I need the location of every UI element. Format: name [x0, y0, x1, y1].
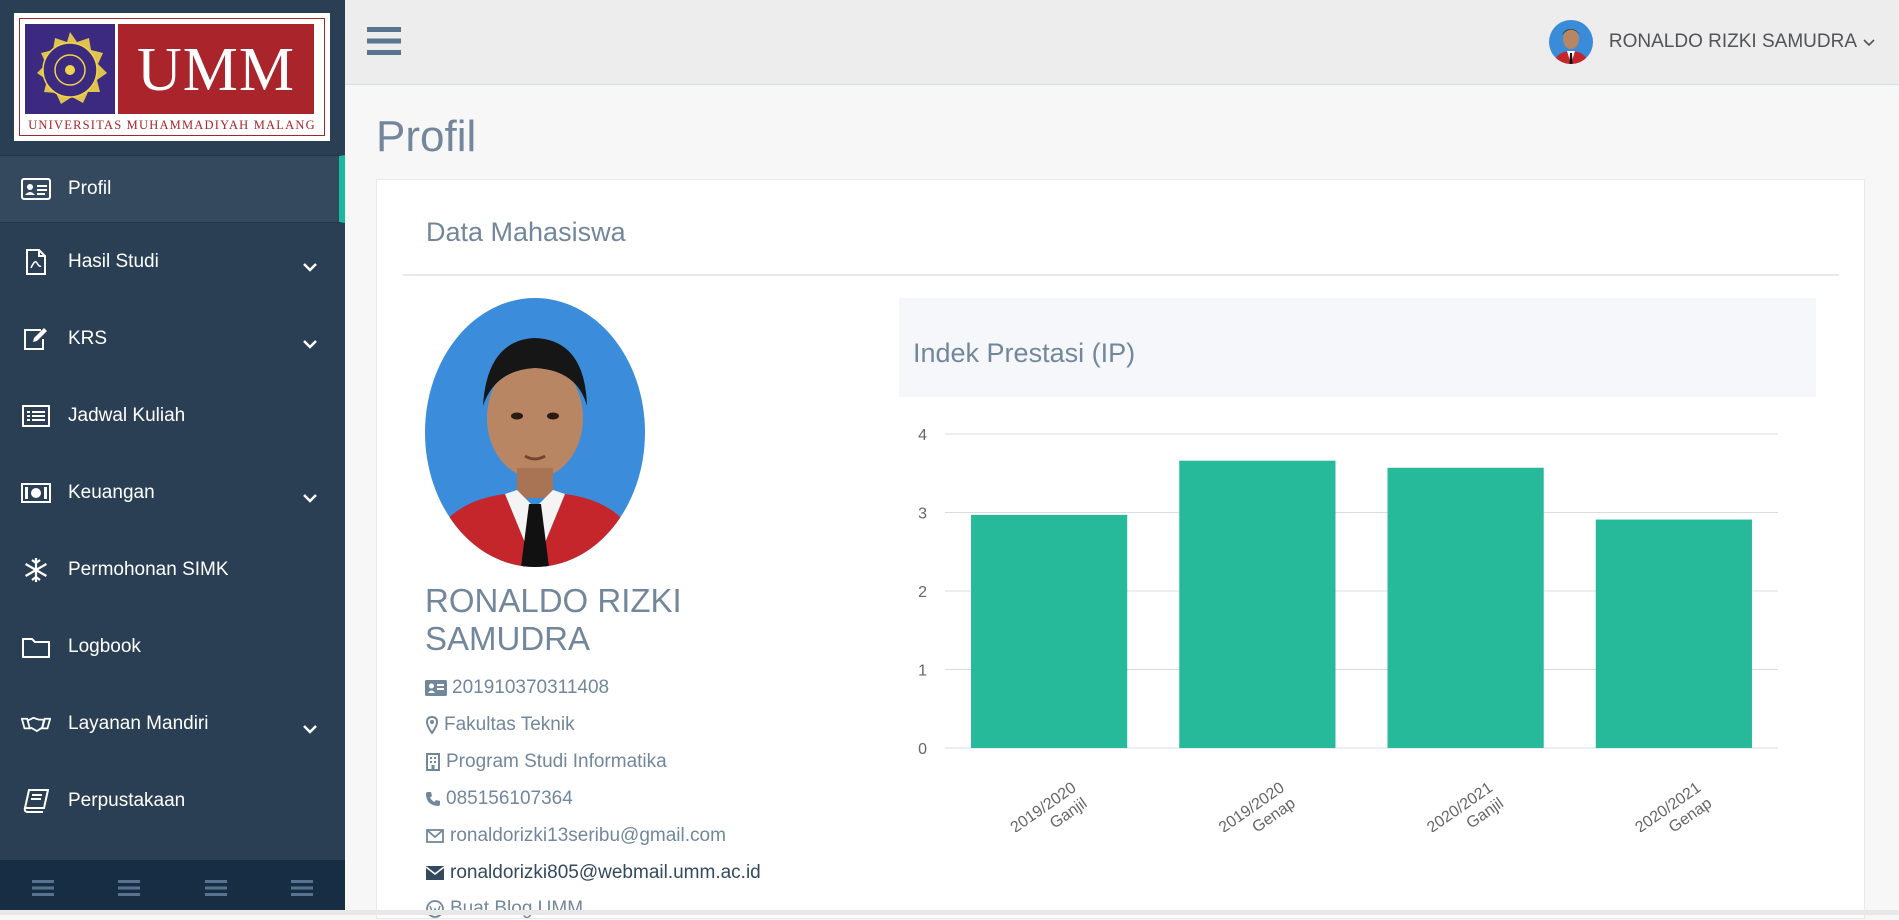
chevron-down-icon — [303, 333, 317, 355]
info-prodi: Program Studi Informatika — [425, 751, 667, 773]
x-tick-label: 2020/2021Genap — [1632, 779, 1715, 832]
panel-divider — [403, 274, 1839, 276]
y-tick-label: 0 — [918, 741, 927, 758]
handshake-icon — [21, 712, 51, 736]
sidebar-item-label: Layanan Mandiri — [68, 712, 209, 734]
horizontal-scrollbar[interactable] — [0, 910, 1899, 915]
info-email-personal: ronaldorizki13seribu@gmail.com — [425, 825, 726, 847]
info-phone: 085156107364 — [425, 788, 573, 810]
money-icon — [21, 481, 51, 505]
sidebar-item-layanan-mandiri[interactable]: Layanan Mandiri — [0, 685, 345, 762]
x-tick-label: 2020/2021Ganjil — [1424, 779, 1507, 832]
bar — [1179, 460, 1336, 748]
sidebar-item-label: Permohonan SIMK — [68, 558, 229, 580]
student-photo — [425, 298, 645, 567]
panel-title: Data Mahasiswa — [426, 217, 626, 247]
info-blog[interactable]: Buat Blog UMM — [425, 898, 583, 920]
sidebar-item-krs[interactable]: KRS — [0, 300, 345, 377]
sidebar: UMM UNIVERSITAS MUHAMMADIYAH MALANG Prof… — [0, 0, 345, 915]
book-icon — [21, 788, 51, 813]
student-name: RONALDO RIZKI SAMUDRA — [425, 582, 682, 657]
avatar — [1548, 20, 1593, 64]
email-umm-link: ronaldorizki805@webmail.umm.ac.id — [450, 862, 761, 883]
chevron-down-icon — [303, 487, 317, 509]
edit-icon — [21, 327, 51, 351]
chart-header: Indek Prestasi (IP) — [899, 298, 1816, 397]
nim-text: 201910370311408 — [452, 677, 610, 698]
sidebar-item-hasil-studi[interactable]: Hasil Studi — [0, 223, 345, 300]
bar — [1595, 519, 1752, 748]
phone-icon — [425, 791, 441, 807]
bar — [971, 514, 1128, 748]
blog-link: Buat Blog UMM — [450, 898, 584, 919]
snowflake-icon — [21, 557, 51, 582]
logo-subtitle: UNIVERSITAS MUHAMMADIYAH MALANG — [28, 118, 316, 132]
sidebar-item-profil[interactable]: Profil — [0, 155, 345, 223]
id-card-icon — [21, 177, 51, 201]
sidebar-item-label: Profil — [68, 178, 112, 199]
logo-frame: UMM UNIVERSITAS MUHAMMADIYAH MALANG — [19, 18, 325, 136]
sidebar-item-logbook[interactable]: Logbook — [0, 608, 345, 685]
ip-bar-chart: 0 1 2 3 4 2019/2020Ganjil 2019/2020Genap 2020/2… — [918, 427, 1778, 832]
chevron-down-icon — [303, 718, 317, 740]
sidebar-footer — [0, 860, 345, 915]
folder-icon — [21, 635, 51, 659]
chevron-down-icon — [303, 256, 317, 278]
sidebar-item-label: Hasil Studi — [68, 250, 159, 272]
id-card-icon — [425, 680, 447, 696]
info-fakultas: Fakultas Teknik — [425, 714, 575, 736]
sidebar-item-label: Keuangan — [68, 481, 155, 503]
envelope-icon — [425, 866, 445, 880]
y-tick-label: 1 — [918, 663, 927, 680]
building-icon — [425, 753, 441, 771]
chevron-down-icon — [1863, 31, 1875, 53]
footer-menu-icon[interactable] — [86, 860, 172, 915]
sidebar-item-jadwal-kuliah[interactable]: Jadwal Kuliah — [0, 377, 345, 454]
info-nim: 201910370311408 — [425, 677, 609, 699]
list-alt-icon — [21, 404, 51, 428]
sidebar-item-label: Jadwal Kuliah — [68, 404, 186, 426]
sidebar-item-permohonan-simk[interactable]: Permohonan SIMK — [0, 531, 345, 608]
page-title: Profil — [376, 112, 477, 161]
bar — [1387, 467, 1544, 748]
chart-header-title: Indek Prestasi (IP) — [913, 338, 1136, 368]
logo-text: UMM — [118, 24, 314, 114]
menu-toggle-icon[interactable] — [367, 26, 401, 61]
info-email-umm[interactable]: ronaldorizki805@webmail.umm.ac.id — [425, 862, 761, 884]
sidebar-item-perpustakaan[interactable]: Perpustakaan — [0, 762, 345, 839]
wordpress-icon — [425, 900, 445, 918]
umm-logo[interactable]: UMM UNIVERSITAS MUHAMMADIYAH MALANG — [14, 13, 330, 141]
profile-panel: Data Mahasiswa RONALDO RIZKI SAMUDRA 201… — [376, 179, 1865, 919]
sidebar-item-label: Logbook — [68, 635, 141, 657]
envelope-outline-icon — [425, 829, 445, 843]
prodi-text: Program Studi Informatika — [446, 751, 667, 772]
user-name: RONALDO RIZKI SAMUDRA — [1608, 31, 1857, 52]
umm-emblem-icon — [25, 24, 115, 114]
footer-menu-icon[interactable] — [259, 860, 345, 915]
footer-menu-icon[interactable] — [0, 860, 86, 915]
y-tick-label: 2 — [918, 584, 927, 601]
x-tick-label: 2019/2020Ganjil — [1008, 779, 1091, 832]
email-personal-text: ronaldorizki13seribu@gmail.com — [450, 825, 726, 846]
sidebar-item-label: Perpustakaan — [68, 789, 186, 811]
y-tick-label: 4 — [918, 427, 927, 444]
sidebar-menu: Profil Hasil Studi KRS Jadwal Kuliah Keu… — [0, 155, 345, 839]
fakultas-text: Fakultas Teknik — [444, 714, 575, 735]
sidebar-item-keuangan[interactable]: Keuangan — [0, 454, 345, 531]
footer-menu-icon[interactable] — [173, 860, 259, 915]
sidebar-item-label: KRS — [68, 327, 108, 349]
top-navbar: RONALDO RIZKI SAMUDRA — [345, 0, 1899, 85]
user-menu[interactable]: RONALDO RIZKI SAMUDRA — [1548, 20, 1875, 64]
file-pdf-icon — [21, 248, 51, 275]
phone-text: 085156107364 — [446, 788, 573, 809]
y-tick-label: 3 — [918, 506, 927, 523]
x-tick-label: 2019/2020Genap — [1216, 779, 1299, 832]
map-marker-icon — [425, 716, 439, 734]
